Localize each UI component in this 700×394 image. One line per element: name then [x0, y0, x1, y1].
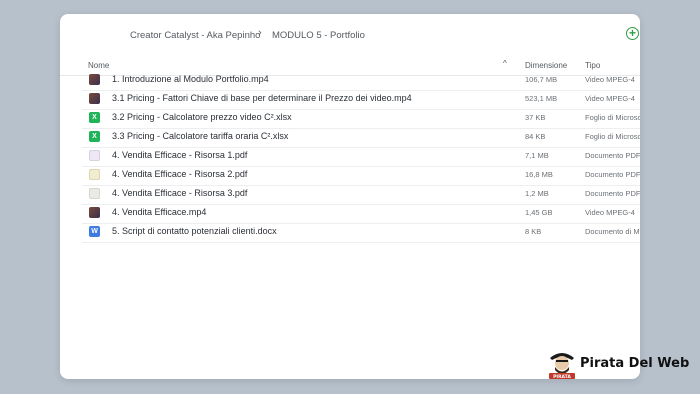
file-size: 106,7 MB — [525, 75, 558, 84]
file-type: Documento PDF — [585, 151, 640, 160]
file-size: 16,8 MB — [525, 170, 553, 179]
sort-ascending-icon[interactable]: ^ — [503, 59, 507, 68]
file-type: Documento PDF — [585, 189, 640, 198]
file-size: 1,2 MB — [525, 189, 549, 198]
excel-icon: X — [89, 131, 100, 142]
file-type: Video MPEG-4 — [585, 208, 635, 217]
file-row[interactable]: 4. Vendita Efficace - Risorsa 3.pdf 1,2 … — [82, 185, 640, 205]
pdf-icon — [89, 188, 100, 199]
file-row[interactable]: W 5. Script di contatto potenziali clien… — [82, 223, 640, 243]
file-type: Foglio di Microso — [585, 113, 640, 122]
file-size: 37 KB — [525, 113, 546, 122]
file-row[interactable]: X 3.2 Pricing - Calcolatore prezzo video… — [82, 109, 640, 129]
file-size: 1,45 GB — [525, 208, 553, 217]
word-icon: W — [89, 226, 100, 237]
column-header-size[interactable]: Dimensione — [525, 61, 567, 70]
file-name: 3.2 Pricing - Calcolatore prezzo video C… — [112, 112, 292, 122]
pdf-icon — [89, 150, 100, 161]
file-name: 4. Vendita Efficace.mp4 — [112, 207, 207, 217]
column-header-type[interactable]: Tipo — [585, 61, 600, 70]
file-type: Foglio di Microso — [585, 132, 640, 141]
file-type: Documento PDF — [585, 170, 640, 179]
breadcrumb-parent[interactable]: Creator Catalyst - Aka Pepinho — [130, 30, 260, 41]
file-row[interactable]: 4. Vendita Efficace.mp4 1,45 GB Video MP… — [82, 204, 640, 224]
file-row[interactable]: 1. Introduzione al Modulo Portfolio.mp4 … — [82, 71, 640, 91]
file-size: 7,1 MB — [525, 151, 549, 160]
file-name: 1. Introduzione al Modulo Portfolio.mp4 — [112, 74, 269, 84]
file-name: 4. Vendita Efficace - Risorsa 1.pdf — [112, 150, 248, 160]
file-browser-window: Creator Catalyst - Aka Pepinho › MODULO … — [60, 14, 640, 379]
pdf-icon — [89, 169, 100, 180]
video-icon — [89, 93, 100, 104]
file-size: 8 KB — [525, 227, 542, 236]
logo-badge-text: PIRATA — [553, 374, 571, 380]
file-row[interactable]: 4. Vendita Efficace - Risorsa 2.pdf 16,8… — [82, 166, 640, 186]
file-size: 84 KB — [525, 132, 546, 141]
file-name: 5. Script di contatto potenziali clienti… — [112, 226, 277, 236]
file-row[interactable]: 3.1 Pricing - Fattori Chiave di base per… — [82, 90, 640, 110]
file-type: Video MPEG-4 — [585, 94, 635, 103]
file-type: Video MPEG-4 — [585, 75, 635, 84]
video-icon — [89, 207, 100, 218]
add-icon[interactable]: + — [626, 27, 639, 40]
toolbar: Creator Catalyst - Aka Pepinho › MODULO … — [60, 14, 640, 56]
file-name: 4. Vendita Efficace - Risorsa 3.pdf — [112, 188, 248, 198]
file-type: Documento di M — [585, 227, 640, 236]
brand-watermark: Pirata Del Web — [580, 356, 690, 371]
breadcrumb-current[interactable]: MODULO 5 - Portfolio — [272, 30, 365, 41]
excel-icon: X — [89, 112, 100, 123]
chevron-right-icon: › — [258, 27, 262, 39]
file-name: 3.1 Pricing - Fattori Chiave di base per… — [112, 93, 412, 103]
file-name: 3.3 Pricing - Calcolatore tariffa oraria… — [112, 131, 289, 141]
file-row[interactable]: 4. Vendita Efficace - Risorsa 1.pdf 7,1 … — [82, 147, 640, 167]
video-icon — [89, 74, 100, 85]
file-size: 523,1 MB — [525, 94, 558, 103]
pirate-logo-icon: PIRATA — [549, 353, 575, 380]
file-name: 4. Vendita Efficace - Risorsa 2.pdf — [112, 169, 248, 179]
column-header-name[interactable]: Nome — [88, 61, 109, 70]
file-row[interactable]: X 3.3 Pricing - Calcolatore tariffa orar… — [82, 128, 640, 148]
